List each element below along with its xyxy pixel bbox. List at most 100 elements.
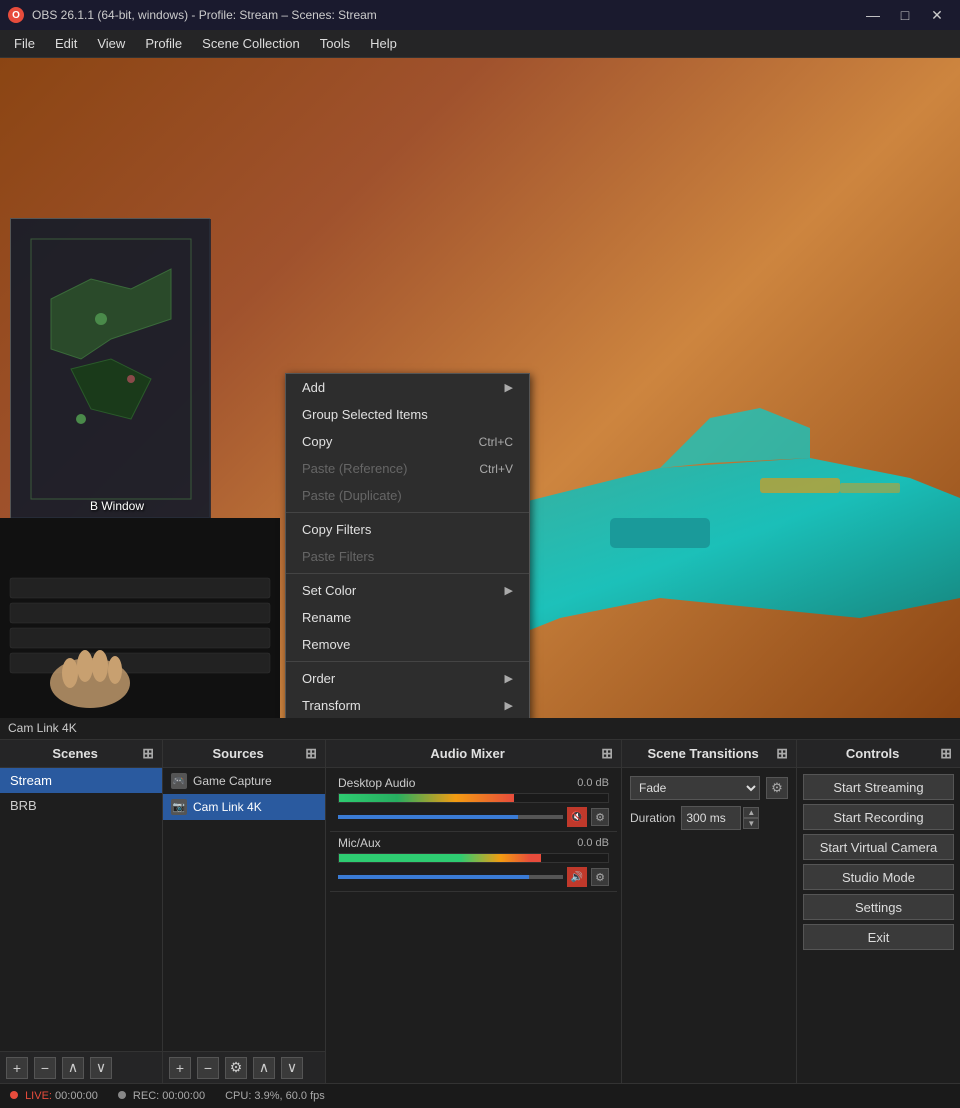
scenes-down-button[interactable]: ∨ xyxy=(90,1057,112,1079)
sources-panel-icon[interactable]: ⊞ xyxy=(305,745,317,762)
mixer-panel-title: Audio Mixer xyxy=(334,746,601,761)
context-menu: Add ▶ Group Selected Items Copy Ctrl+C P… xyxy=(285,373,530,718)
exit-button[interactable]: Exit xyxy=(803,924,954,950)
menubar: File Edit View Profile Scene Collection … xyxy=(0,30,960,58)
mixer-mic-row: Mic/Aux 0.0 dB xyxy=(338,836,609,850)
ctx-copy-filters[interactable]: Copy Filters xyxy=(286,516,529,543)
titlebar: O OBS 26.1.1 (64-bit, windows) - Profile… xyxy=(0,0,960,30)
ctx-paste-reference[interactable]: Paste (Reference) Ctrl+V xyxy=(286,455,529,482)
close-button[interactable]: ✕ xyxy=(922,1,952,29)
mixer-desktop-settings[interactable]: ⚙ xyxy=(591,808,609,826)
scenes-panel-icon[interactable]: ⊞ xyxy=(142,745,154,762)
window-controls: — □ ✕ xyxy=(858,1,952,29)
live-label: LIVE: xyxy=(25,1090,52,1102)
menu-help[interactable]: Help xyxy=(360,32,407,55)
menu-file[interactable]: File xyxy=(4,32,45,55)
transitions-panel-header: Scene Transitions ⊞ xyxy=(622,740,796,768)
status-rec: REC: 00:00:00 xyxy=(118,1090,205,1102)
maximize-button[interactable]: □ xyxy=(890,1,920,29)
minimize-button[interactable]: — xyxy=(858,1,888,29)
transitions-spin-arrows: ▲ ▼ xyxy=(743,807,759,829)
minimap-overlay xyxy=(10,218,210,518)
minimap-svg xyxy=(11,219,211,519)
mixer-mic-controls: 🔊 ⚙ xyxy=(338,867,609,887)
ctx-rename[interactable]: Rename xyxy=(286,604,529,631)
mixer-desktop-slider[interactable] xyxy=(338,815,563,819)
scene-item-brb[interactable]: BRB xyxy=(0,793,162,818)
mixer-desktop-mute[interactable]: 🔇 xyxy=(567,807,587,827)
mixer-panel-icon[interactable]: ⊞ xyxy=(601,745,613,762)
status-live: LIVE: 00:00:00 xyxy=(10,1090,98,1102)
transitions-select[interactable]: Fade Cut Swipe Slide Stinger xyxy=(630,776,760,800)
ctx-add[interactable]: Add ▶ xyxy=(286,374,529,401)
scenes-panel-footer: + − ∧ ∨ xyxy=(0,1051,162,1083)
start-recording-button[interactable]: Start Recording xyxy=(803,804,954,830)
sources-down-button[interactable]: ∨ xyxy=(281,1057,303,1079)
source-item-cam-link[interactable]: 📷 Cam Link 4K xyxy=(163,794,325,820)
ctx-set-color[interactable]: Set Color ▶ xyxy=(286,577,529,604)
sources-panel-header: Sources ⊞ xyxy=(163,740,325,768)
mixer-mic-mute[interactable]: 🔊 xyxy=(567,867,587,887)
scenes-list: Stream BRB xyxy=(0,768,162,1051)
menu-profile[interactable]: Profile xyxy=(135,32,192,55)
ctx-paste-duplicate[interactable]: Paste (Duplicate) xyxy=(286,482,529,509)
ctx-remove[interactable]: Remove xyxy=(286,631,529,658)
scenes-remove-button[interactable]: − xyxy=(34,1057,56,1079)
start-streaming-button[interactable]: Start Streaming xyxy=(803,774,954,800)
sources-panel: Sources ⊞ 🎮 Game Capture 📷 Cam Link 4K +… xyxy=(163,740,326,1083)
ctx-transform[interactable]: Transform ▶ xyxy=(286,692,529,718)
live-time: 00:00:00 xyxy=(55,1090,98,1102)
mixer-desktop-vol-fill xyxy=(338,815,518,819)
scenes-panel-header: Scenes ⊞ xyxy=(0,740,162,768)
transitions-spin-down[interactable]: ▼ xyxy=(743,818,759,829)
menu-edit[interactable]: Edit xyxy=(45,32,87,55)
scene-item-stream[interactable]: Stream xyxy=(0,768,162,793)
mixer-channel-mic: Mic/Aux 0.0 dB 🔊 ⚙ xyxy=(330,832,617,892)
start-virtual-camera-button[interactable]: Start Virtual Camera xyxy=(803,834,954,860)
cam-link-bar: Cam Link 4K xyxy=(0,718,960,740)
statusbar: LIVE: 00:00:00 REC: 00:00:00 CPU: 3.9%, … xyxy=(0,1083,960,1108)
ctx-group-selected[interactable]: Group Selected Items xyxy=(286,401,529,428)
live-dot xyxy=(10,1091,18,1099)
menu-scene-collection[interactable]: Scene Collection xyxy=(192,32,310,55)
controls-panel-title: Controls xyxy=(805,746,940,761)
cam-link-label: Cam Link 4K xyxy=(8,721,77,735)
controls-panel-header: Controls ⊞ xyxy=(797,740,960,768)
rec-time: 00:00:00 xyxy=(162,1090,205,1102)
sources-panel-title: Sources xyxy=(171,746,305,761)
scenes-up-button[interactable]: ∧ xyxy=(62,1057,84,1079)
settings-button[interactable]: Settings xyxy=(803,894,954,920)
transitions-gear[interactable]: ⚙ xyxy=(766,777,788,799)
menu-view[interactable]: View xyxy=(87,32,135,55)
transitions-panel-title: Scene Transitions xyxy=(630,746,776,761)
transitions-spin-up[interactable]: ▲ xyxy=(743,807,759,818)
mixer-mic-slider[interactable] xyxy=(338,875,563,879)
keyboard-overlay xyxy=(0,518,280,718)
transitions-select-row: Fade Cut Swipe Slide Stinger ⚙ xyxy=(630,776,788,800)
ctx-paste-filters[interactable]: Paste Filters xyxy=(286,543,529,570)
menu-tools[interactable]: Tools xyxy=(310,32,360,55)
transitions-panel-icon[interactable]: ⊞ xyxy=(776,745,788,762)
sources-list: 🎮 Game Capture 📷 Cam Link 4K xyxy=(163,768,325,1051)
transitions-duration-label: Duration xyxy=(630,811,675,825)
studio-mode-button[interactable]: Studio Mode xyxy=(803,864,954,890)
ctx-sep-1 xyxy=(286,512,529,513)
ctx-sep-2 xyxy=(286,573,529,574)
mixer-mic-settings[interactable]: ⚙ xyxy=(591,868,609,886)
mixer-desktop-level xyxy=(339,794,514,802)
window-title: OBS 26.1.1 (64-bit, windows) - Profile: … xyxy=(32,8,858,22)
mixer-channel-desktop: Desktop Audio 0.0 dB 🔇 ⚙ xyxy=(330,772,617,832)
scenes-panel: Scenes ⊞ Stream BRB + − ∧ ∨ xyxy=(0,740,163,1083)
sources-add-button[interactable]: + xyxy=(169,1057,191,1079)
controls-panel-icon[interactable]: ⊞ xyxy=(940,745,952,762)
transitions-duration-spinbox[interactable] xyxy=(681,806,741,830)
sources-remove-button[interactable]: − xyxy=(197,1057,219,1079)
scenes-add-button[interactable]: + xyxy=(6,1057,28,1079)
sources-settings-button[interactable]: ⚙ xyxy=(225,1057,247,1079)
sources-up-button[interactable]: ∧ xyxy=(253,1057,275,1079)
mixer-panel: Audio Mixer ⊞ Desktop Audio 0.0 dB 🔇 ⚙ xyxy=(326,740,622,1083)
ctx-order[interactable]: Order ▶ xyxy=(286,665,529,692)
mixer-mic-level xyxy=(339,854,541,862)
source-item-game-capture[interactable]: 🎮 Game Capture xyxy=(163,768,325,794)
ctx-copy[interactable]: Copy Ctrl+C xyxy=(286,428,529,455)
